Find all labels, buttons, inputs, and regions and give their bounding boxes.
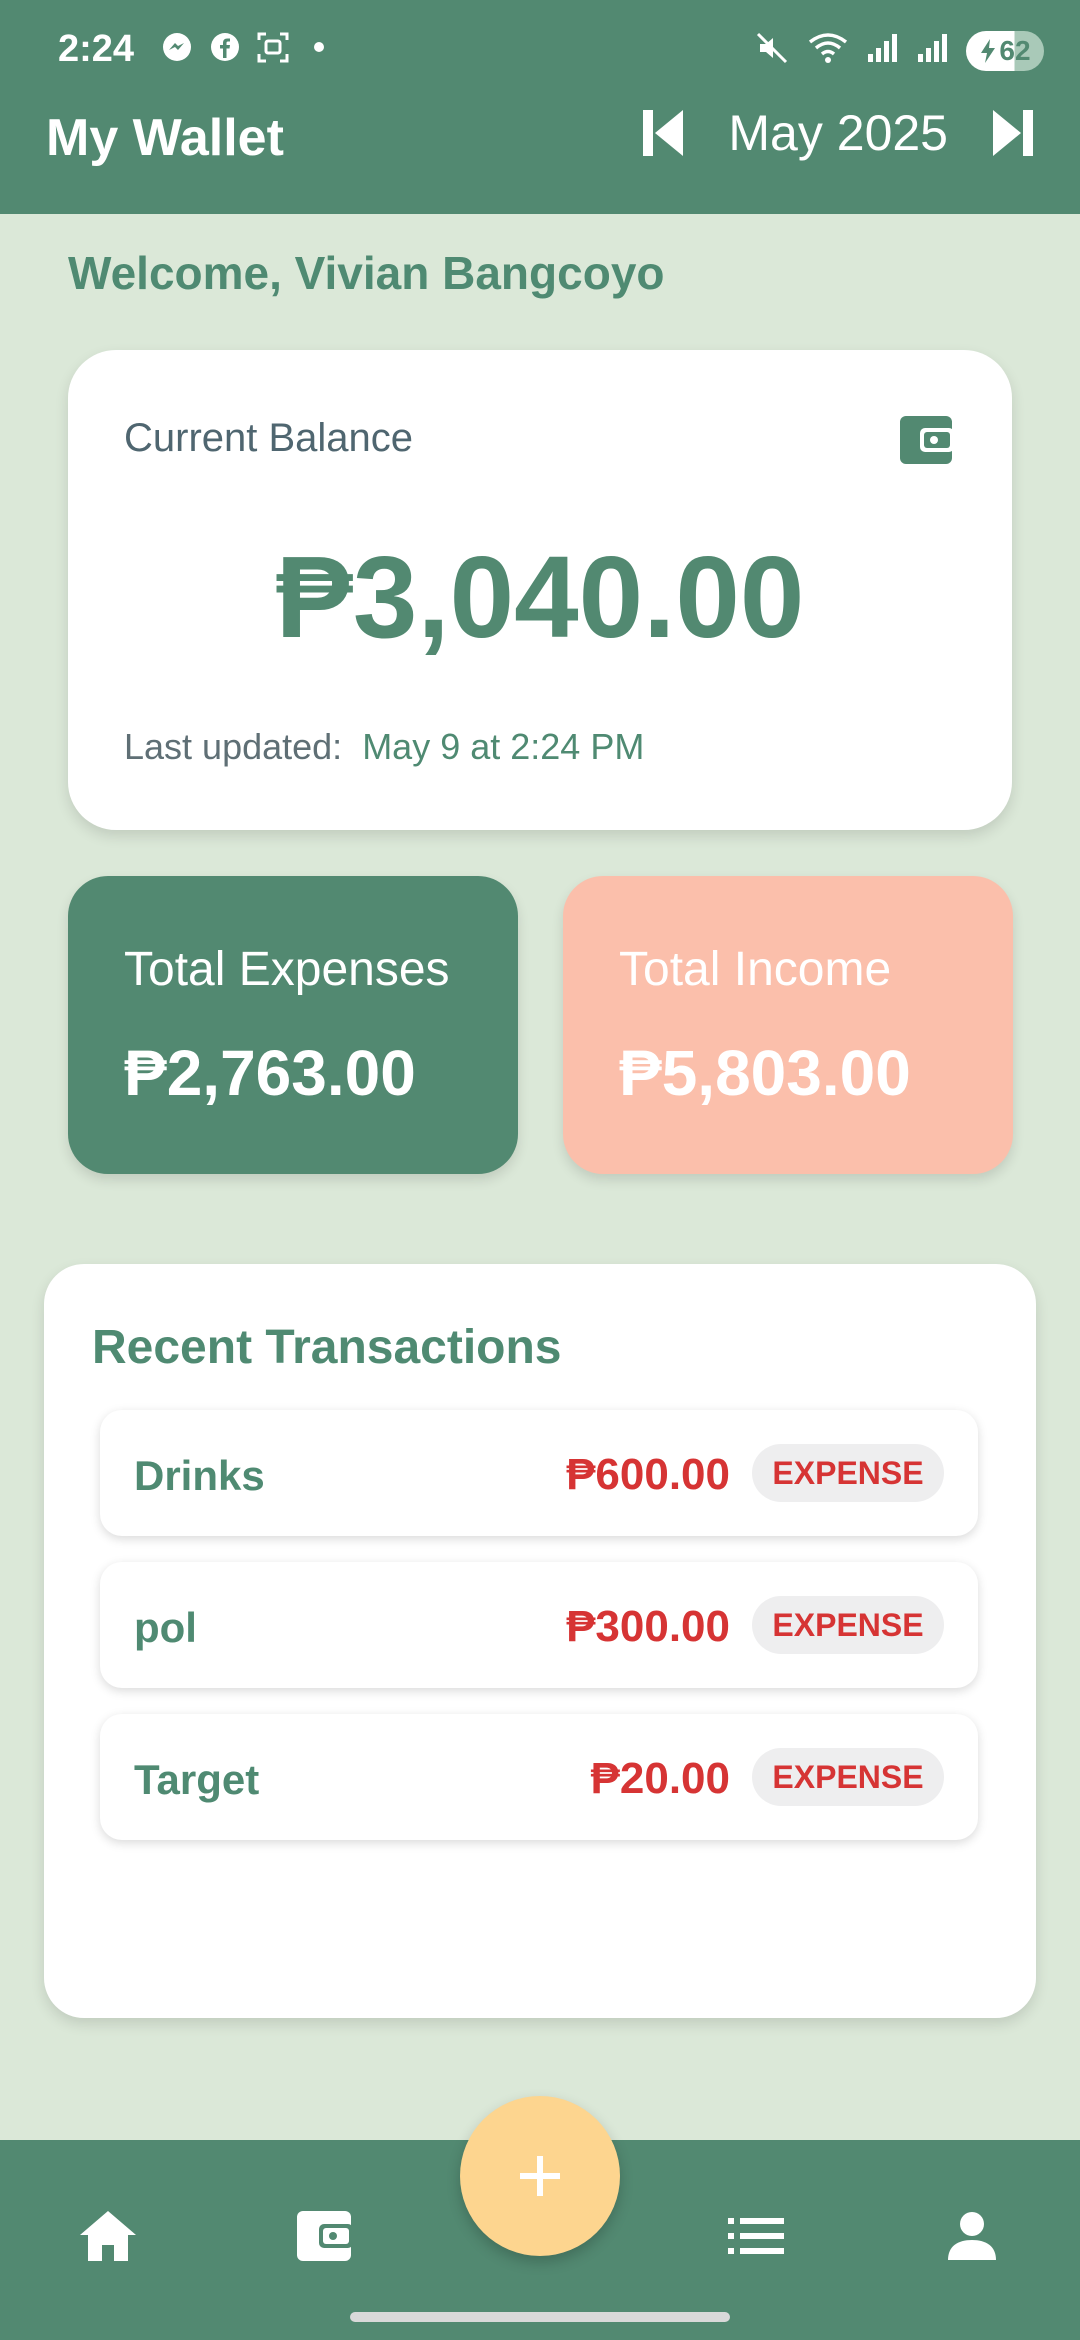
charging-icon — [981, 38, 996, 63]
list-icon — [728, 2218, 784, 2254]
wifi-icon — [806, 30, 850, 71]
last-updated-value: May 9 at 2:24 PM — [362, 726, 645, 767]
nav-profile[interactable] — [932, 2196, 1012, 2276]
transaction-amount: ₱300.00 — [566, 1602, 730, 1651]
screenshot-icon — [256, 30, 290, 64]
transaction-row[interactable]: pol ₱300.00 EXPENSE — [100, 1562, 978, 1688]
last-updated-label: Last updated: — [124, 726, 343, 767]
mute-icon — [754, 30, 790, 71]
transaction-type-badge: EXPENSE — [752, 1596, 944, 1654]
month-navigation: May 2025 — [638, 104, 1038, 162]
total-income-amount: ₱5,803.00 — [619, 1037, 911, 1109]
balance-label: Current Balance — [124, 416, 414, 460]
nav-wallet[interactable] — [284, 2196, 364, 2276]
welcome-message: Welcome, Vivian Bangcoyo — [68, 247, 665, 299]
profile-icon — [948, 2212, 996, 2260]
current-month: May 2025 — [728, 105, 948, 161]
transaction-row[interactable]: Target ₱20.00 EXPENSE — [100, 1714, 978, 1840]
home-indicator[interactable] — [350, 2312, 730, 2322]
skip-previous-icon — [643, 110, 684, 156]
total-income-label: Total Income — [619, 943, 892, 996]
transaction-name: pol — [134, 1604, 197, 1651]
transaction-row[interactable]: Drinks ₱600.00 EXPENSE — [100, 1410, 978, 1536]
transaction-name: Drinks — [134, 1452, 265, 1499]
transaction-type-badge: EXPENSE — [752, 1444, 944, 1502]
notification-icons — [160, 30, 324, 64]
home-icon — [80, 2211, 136, 2261]
wallet-icon — [297, 2211, 353, 2261]
status-bar: 2:24 62 — [0, 0, 1080, 100]
messenger-icon — [160, 30, 194, 64]
signal-icon-1 — [866, 30, 900, 71]
total-expenses-amount: ₱2,763.00 — [124, 1037, 416, 1109]
transaction-amount: ₱20.00 — [590, 1754, 730, 1803]
wallet-icon — [898, 414, 954, 471]
transaction-amount: ₱600.00 — [566, 1450, 730, 1499]
battery-indicator: 62 — [966, 30, 1044, 71]
balance-amount: ₱3,040.00 — [275, 532, 805, 662]
total-expenses-card[interactable]: Total Expenses ₱2,763.00 — [68, 876, 518, 1174]
previous-month-button[interactable] — [638, 105, 688, 161]
transaction-type-badge: EXPENSE — [752, 1748, 944, 1806]
add-icon — [520, 2156, 560, 2196]
signal-icon-2 — [916, 30, 950, 71]
system-icons: 62 — [754, 30, 1044, 71]
status-time: 2:24 — [58, 28, 135, 70]
recent-transactions-card: Recent Transactions Drinks ₱600.00 EXPEN… — [44, 1264, 1036, 2018]
notification-dot — [314, 42, 324, 52]
app-header: 2:24 62 My Wallet May 2025 — [0, 0, 1080, 214]
recent-transactions-title: Recent Transactions — [92, 1321, 562, 1374]
last-updated: Last updated: May 9 at 2:24 PM — [124, 726, 644, 768]
skip-next-icon — [993, 110, 1033, 156]
total-expenses-label: Total Expenses — [124, 943, 450, 996]
battery-level: 62 — [999, 34, 1031, 66]
add-transaction-button[interactable] — [460, 2096, 620, 2256]
transaction-name: Target — [134, 1756, 260, 1803]
app-title: My Wallet — [46, 109, 284, 167]
nav-transactions[interactable] — [716, 2196, 796, 2276]
balance-card: Current Balance ₱3,040.00 Last updated: M… — [68, 350, 1012, 830]
nav-home[interactable] — [68, 2196, 148, 2276]
transaction-list: Drinks ₱600.00 EXPENSE pol ₱300.00 EXPEN… — [100, 1410, 978, 1866]
facebook-icon — [208, 30, 242, 64]
total-income-card[interactable]: Total Income ₱5,803.00 — [563, 876, 1013, 1174]
next-month-button[interactable] — [988, 105, 1038, 161]
